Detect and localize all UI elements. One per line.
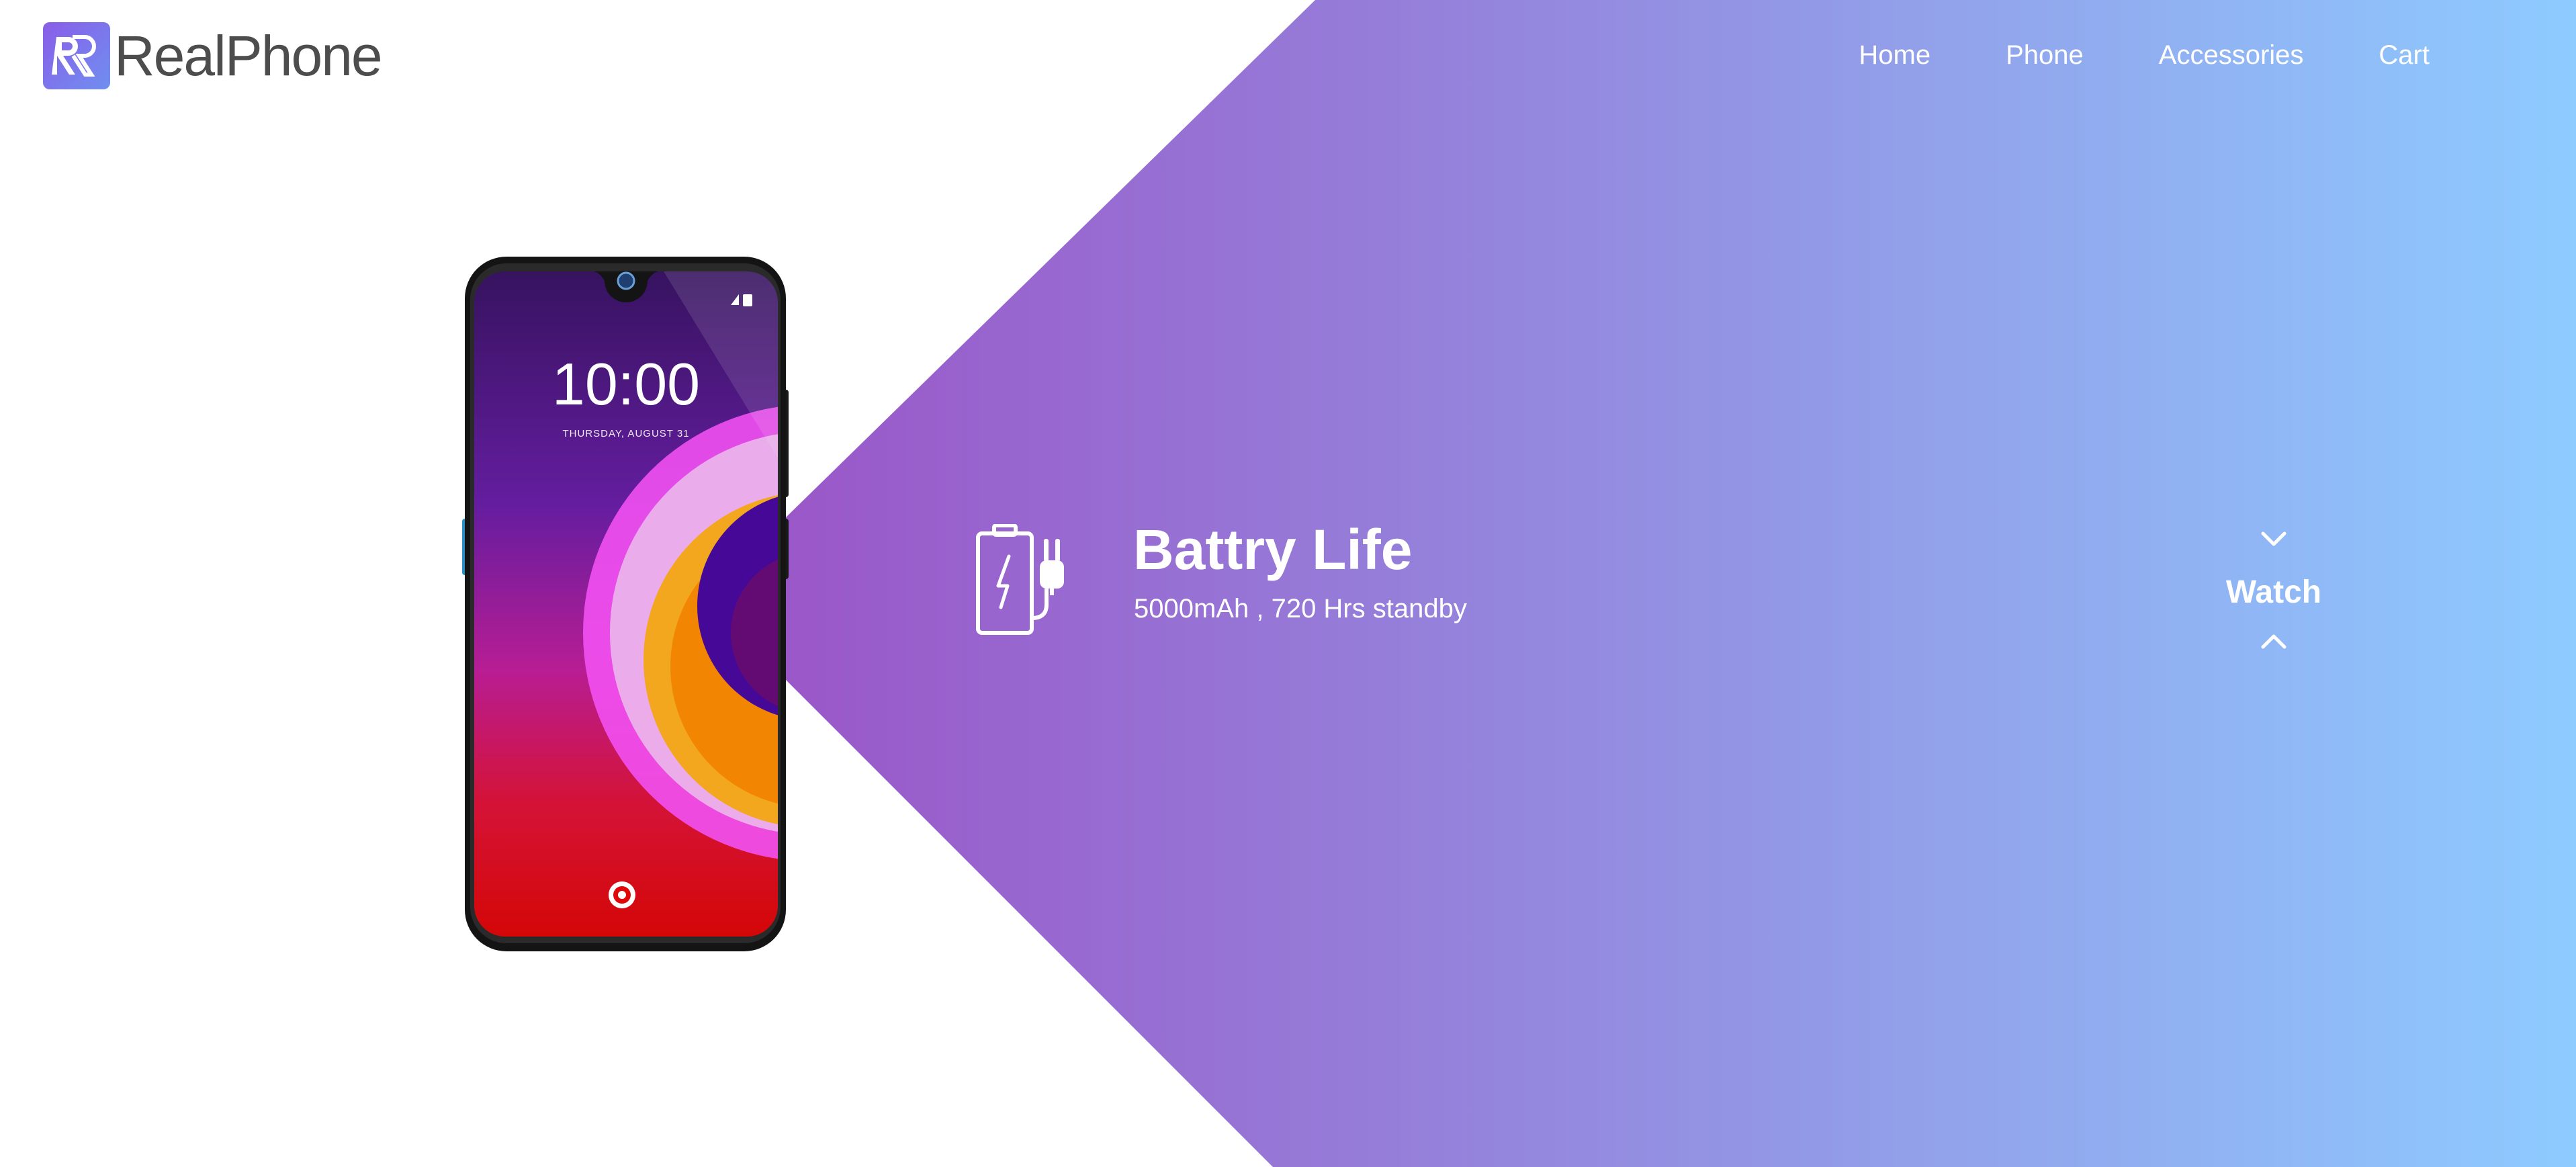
watch-label[interactable]: Watch [2226,574,2321,611]
feature-title: Battry Life [1133,518,1413,581]
brand-name: RealPhone [114,24,383,87]
nav-accessories-link[interactable]: Accessories [2159,40,2304,71]
phone-illustration: 10:00 THURSDAY, AUGUST 31 [462,257,789,951]
rr-monogram-icon [43,22,110,89]
nav-phone-link[interactable]: Phone [2006,40,2084,71]
chevron-down-icon[interactable] [2259,524,2289,554]
nav-home-link[interactable]: Home [1859,40,1930,71]
battery-charging-icon [976,524,1064,635]
nav-cart-link[interactable]: Cart [2379,40,2430,71]
chevron-up-icon[interactable] [2259,627,2289,656]
phone-clock: 10:00 [552,351,700,417]
phone-date: THURSDAY, AUGUST 31 [562,428,689,439]
main-nav: Home Phone Accessories Cart [1783,40,2430,71]
brand-logo[interactable]: RealPhone [43,20,383,91]
hero-gradient-background [786,0,2576,1167]
feature-switcher: Watch [2210,524,2338,679]
feature-subtitle: 5000mAh , 720 Hrs standby [1134,594,1467,623]
